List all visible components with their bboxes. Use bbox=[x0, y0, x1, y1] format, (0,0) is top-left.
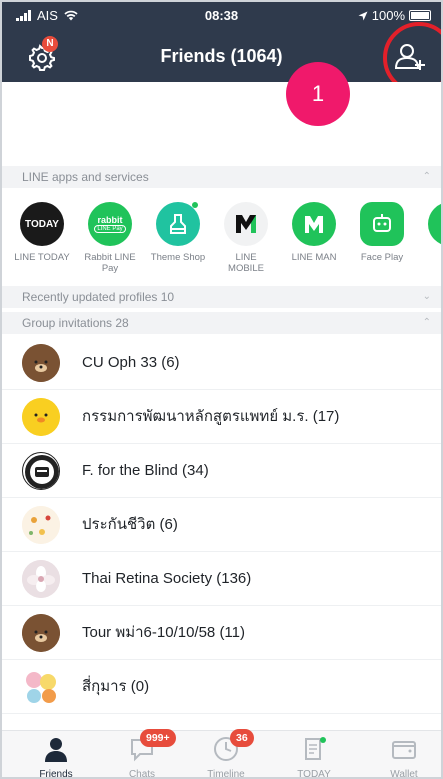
m-letter-icon bbox=[305, 216, 323, 233]
tab-wallet[interactable]: Wallet bbox=[364, 731, 441, 779]
tab-label: Chats bbox=[128, 769, 156, 779]
app-face-play[interactable]: Face Play bbox=[354, 202, 410, 263]
brush-icon bbox=[170, 214, 186, 234]
bear-avatar-icon bbox=[22, 344, 60, 382]
page-title: Friends (1064) bbox=[160, 46, 283, 66]
bear-avatar-icon bbox=[22, 614, 60, 652]
group-avatar bbox=[22, 668, 60, 706]
tab-label: Wallet bbox=[390, 769, 418, 779]
group-avatar bbox=[22, 344, 60, 382]
group-row[interactable]: กรรมการพัฒนาหลักสูตรแพทย์ ม.ร. (17) bbox=[2, 390, 441, 444]
line-mobile-icon bbox=[224, 202, 268, 246]
section-label: Group invitations 28 bbox=[22, 316, 129, 330]
chats-badge: 999+ bbox=[140, 729, 176, 747]
group-row[interactable]: Thai Retina Society (136) bbox=[2, 552, 441, 606]
news-icon bbox=[305, 737, 326, 760]
app-label: Theme Shop bbox=[150, 252, 206, 263]
tab-friends[interactable]: Friends bbox=[16, 731, 96, 779]
m-letter-icon bbox=[236, 215, 256, 233]
theme-shop-icon bbox=[156, 202, 200, 246]
app-label: LINE MOBILE bbox=[228, 252, 264, 274]
group-row[interactable]: Tour พม่า6-10/10/58 (11) bbox=[2, 606, 441, 660]
group-avatar bbox=[22, 614, 60, 652]
group-name: กรรมการพัฒนาหลักสูตรแพทย์ ม.ร. (17) bbox=[82, 408, 340, 425]
section-recent-profiles[interactable]: Recently updated profiles 10 ⌄ bbox=[2, 286, 441, 308]
tab-chats[interactable]: 999+ Chats bbox=[102, 729, 182, 779]
group-name: สี่กุมาร (0) bbox=[82, 678, 150, 695]
app-partial[interactable]: S bbox=[422, 202, 441, 263]
rabbit-pay-icon: rabbit LINE Pay bbox=[88, 202, 132, 246]
section-apps-header[interactable]: LINE apps and services ⌃ bbox=[2, 166, 441, 188]
group-avatar bbox=[22, 398, 60, 436]
tab-label: TODAY bbox=[297, 769, 331, 779]
section-label: Recently updated profiles 10 bbox=[22, 290, 175, 304]
tab-label: Timeline bbox=[207, 769, 245, 779]
new-dot bbox=[192, 202, 198, 208]
group-row[interactable]: F. for the Blind (34) bbox=[2, 444, 441, 498]
battery-percent: 100% bbox=[371, 8, 405, 23]
group-name: CU Oph 33 (6) bbox=[82, 354, 180, 371]
app-label: LINE MAN bbox=[291, 252, 337, 263]
chevron-up-icon: ⌃ bbox=[422, 317, 431, 328]
person-icon bbox=[45, 738, 67, 762]
flower-avatar-icon bbox=[22, 560, 60, 598]
app-label: S bbox=[422, 252, 441, 263]
tab-label: Friends bbox=[39, 769, 73, 779]
group-row[interactable]: ประกันชีวิต (6) bbox=[2, 498, 441, 552]
search-area bbox=[2, 82, 441, 166]
group-avatar bbox=[22, 452, 60, 490]
wallet-icon bbox=[392, 741, 416, 759]
location-arrow-icon bbox=[358, 11, 368, 20]
section-label: LINE apps and services bbox=[22, 170, 149, 184]
group-name: Tour พม่า6-10/10/58 (11) bbox=[82, 624, 246, 641]
line-today-icon: TODAY bbox=[20, 202, 64, 246]
app-line-man[interactable]: LINE MAN bbox=[286, 202, 342, 263]
timeline-badge: 36 bbox=[230, 729, 254, 747]
chevron-up-icon: ⌃ bbox=[422, 171, 431, 182]
tab-today[interactable]: TODAY bbox=[274, 731, 354, 779]
robot-face-icon bbox=[373, 214, 391, 232]
section-group-invitations[interactable]: Group invitations 28 ⌃ bbox=[2, 312, 441, 334]
chevron-down-icon: ⌄ bbox=[422, 291, 431, 302]
tab-timeline[interactable]: 36 Timeline bbox=[186, 729, 266, 779]
group-avatar bbox=[22, 506, 60, 544]
app-label: Face Play bbox=[360, 252, 404, 263]
battery-icon bbox=[409, 10, 431, 21]
partial-app-icon bbox=[428, 202, 441, 246]
step-number-badge: 1 bbox=[286, 62, 350, 126]
header: AIS 08:38 100% N Friends (1064) bbox=[2, 2, 441, 94]
group-row[interactable]: สี่กุมาร (0) bbox=[2, 660, 441, 714]
group-row[interactable]: CU Oph 33 (6) bbox=[2, 336, 441, 390]
friends-screen: AIS 08:38 100% N Friends (1064) 1 LINE a… bbox=[0, 0, 443, 779]
flowers-avatar-icon bbox=[22, 506, 60, 544]
apps-row: TODAY LINE TODAY rabbit LINE Pay Rabbit … bbox=[2, 190, 441, 288]
app-label: LINE TODAY bbox=[14, 252, 70, 263]
status-bar: AIS 08:38 100% bbox=[2, 8, 441, 28]
app-label: Rabbit LINE Pay bbox=[84, 252, 136, 274]
app-theme-shop[interactable]: Theme Shop bbox=[150, 202, 206, 263]
line-man-icon bbox=[292, 202, 336, 246]
app-line-mobile[interactable]: LINE MOBILE bbox=[218, 202, 274, 274]
seal-avatar-icon bbox=[25, 455, 59, 489]
chick-avatar-icon bbox=[22, 398, 60, 436]
bottom-tab-bar: Friends 999+ Chats 36 Timeline TODAY Wal… bbox=[2, 729, 441, 779]
group-name: F. for the Blind (34) bbox=[82, 462, 209, 479]
group-avatar bbox=[22, 560, 60, 598]
face-play-icon bbox=[360, 202, 404, 246]
status-right: 100% bbox=[358, 8, 431, 23]
app-line-today[interactable]: TODAY LINE TODAY bbox=[14, 202, 70, 263]
app-rabbit-line-pay[interactable]: rabbit LINE Pay Rabbit LINE Pay bbox=[82, 202, 138, 274]
group-name: Thai Retina Society (136) bbox=[82, 570, 252, 587]
cartoon-avatar-icon bbox=[26, 672, 56, 703]
group-name: ประกันชีวิต (6) bbox=[82, 516, 178, 533]
